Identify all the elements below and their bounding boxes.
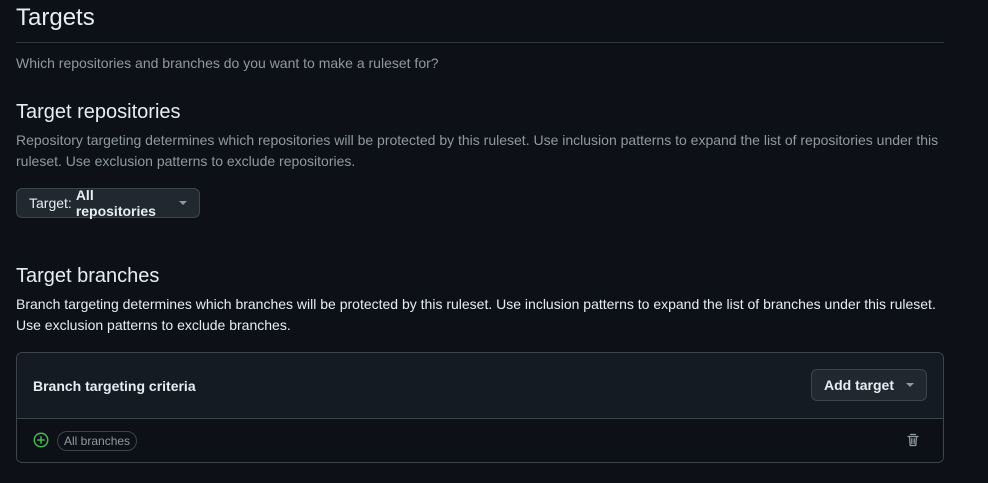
- page-subtitle: Which repositories and branches do you w…: [16, 55, 439, 71]
- target-repositories-dropdown[interactable]: Target: All repositories: [16, 187, 200, 219]
- branch-targeting-criteria-box: Branch targeting criteria Add target All…: [16, 352, 944, 463]
- triangle-down-icon: [179, 201, 187, 205]
- target-branches-heading: Target branches: [16, 265, 160, 287]
- target-branches-description: Branch targeting determines which branch…: [16, 296, 936, 333]
- add-target-button[interactable]: Add target: [811, 369, 927, 401]
- trash-icon[interactable]: [905, 432, 921, 448]
- target-dropdown-value: All repositories: [75, 187, 156, 219]
- triangle-down-icon: [906, 383, 914, 387]
- targets-page: Targets Which repositories and branches …: [0, 0, 988, 483]
- criteria-header: Branch targeting criteria Add target: [17, 353, 943, 419]
- page-title: Targets: [16, 4, 95, 31]
- title-divider: [16, 42, 944, 43]
- target-repositories-heading: Target repositories: [16, 101, 181, 123]
- criteria-title: Branch targeting criteria: [33, 378, 196, 394]
- plus-circle-icon: [33, 432, 49, 448]
- target-dropdown-prefix: Target:: [29, 195, 72, 211]
- add-target-label: Add target: [824, 377, 894, 393]
- branch-pattern-label: All branches: [57, 431, 138, 451]
- criteria-list-item: All branches: [17, 419, 943, 462]
- target-repositories-description: Repository targeting determines which re…: [16, 132, 939, 169]
